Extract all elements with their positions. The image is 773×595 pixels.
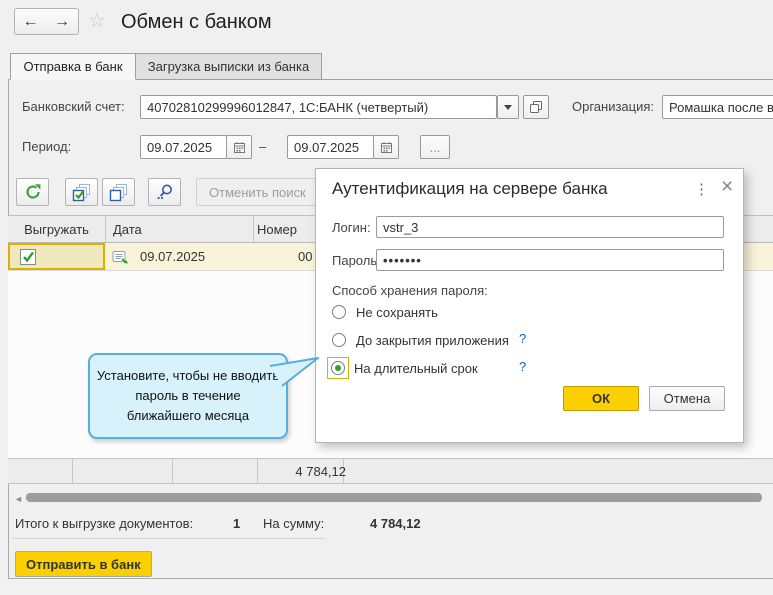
- date-to-calendar-button[interactable]: [373, 135, 399, 159]
- radio-option-long-term[interactable]: На длительный срок: [332, 357, 478, 379]
- date-from-calendar-button[interactable]: [226, 135, 252, 159]
- account-input[interactable]: [140, 95, 497, 119]
- send-to-bank-button[interactable]: Отправить в банк: [15, 551, 152, 577]
- chevron-down-icon: [504, 105, 512, 110]
- radio-icon: [332, 305, 346, 319]
- period-dash: –: [259, 139, 266, 154]
- period-more-button[interactable]: ...: [420, 135, 450, 159]
- nav-back-button[interactable]: ←: [14, 8, 47, 35]
- search-button[interactable]: [148, 178, 181, 206]
- dialog-title: Аутентификация на сервере банка: [332, 179, 608, 199]
- login-label: Логин:: [332, 220, 371, 235]
- check-all-button[interactable]: [65, 178, 98, 206]
- check-all-icon: [72, 183, 91, 202]
- column-header-upload[interactable]: Выгружать: [8, 216, 105, 242]
- storage-method-label: Способ хранения пароля:: [332, 283, 488, 298]
- login-input[interactable]: [376, 216, 724, 238]
- page-title: Обмен с банком: [121, 11, 272, 34]
- open-in-window-icon: [529, 100, 543, 114]
- refresh-button[interactable]: [16, 178, 49, 206]
- help-icon[interactable]: ?: [519, 359, 526, 374]
- tooltip-line: ближайшего месяца: [127, 406, 249, 426]
- close-icon[interactable]: ×: [721, 175, 733, 199]
- account-open-button[interactable]: [523, 95, 549, 119]
- table-footer: 4 784,12: [8, 458, 773, 484]
- radio-focus-outline: [327, 357, 349, 379]
- account-dropdown-button[interactable]: [497, 95, 519, 119]
- calendar-icon: [233, 141, 246, 154]
- radio-selected-icon: [331, 361, 345, 375]
- favorite-star-icon[interactable]: ☆: [88, 11, 106, 31]
- row-date: 09.07.2025: [140, 249, 205, 264]
- calendar-icon: [380, 141, 393, 154]
- command-bar-separator: [12, 538, 325, 539]
- tooltip-bubble: Установите, чтобы не вводить пароль в те…: [88, 353, 288, 439]
- bank-exchange-screen: ← → ☆ Обмен с банком Отправка в банк Заг…: [0, 0, 773, 595]
- help-icon[interactable]: ?: [519, 331, 526, 346]
- radio-label: Не сохранять: [356, 305, 438, 320]
- password-label: Пароль:: [332, 253, 381, 268]
- tooltip-line: пароль в течение: [135, 386, 240, 406]
- password-input[interactable]: [376, 249, 724, 271]
- ok-button[interactable]: ОК: [563, 386, 639, 411]
- radio-option-until-close[interactable]: До закрытия приложения: [332, 329, 509, 351]
- horizontal-scrollbar-thumb[interactable]: [26, 493, 762, 502]
- summary-sum-value: 4 784,12: [370, 516, 421, 531]
- tab-load-statement[interactable]: Загрузка выписки из банка: [136, 53, 322, 80]
- date-to-input[interactable]: [287, 135, 374, 159]
- date-from-input[interactable]: [140, 135, 227, 159]
- column-header-date[interactable]: Дата: [113, 216, 253, 242]
- footer-divider: [257, 459, 258, 483]
- tooltip-callout-arrow: [266, 348, 322, 390]
- cancel-button[interactable]: Отмена: [649, 386, 725, 411]
- period-label: Период:: [22, 139, 71, 154]
- radio-option-no-save[interactable]: Не сохранять: [332, 301, 438, 323]
- summary-sum-label: На сумму:: [263, 516, 324, 531]
- radio-icon: [332, 333, 346, 347]
- radio-label: До закрытия приложения: [356, 333, 509, 348]
- row-number-partial: 00: [298, 249, 315, 264]
- summary-docs-value: 1: [233, 516, 240, 531]
- uncheck-all-icon: [109, 183, 128, 202]
- document-icon: [112, 250, 129, 268]
- column-divider: [253, 216, 254, 242]
- outside-panel-background: [0, 579, 773, 595]
- forward-arrow-icon: →: [54, 13, 70, 31]
- dialog-menu-icon[interactable]: ⋮: [694, 180, 709, 198]
- nav-forward-button[interactable]: →: [46, 8, 79, 35]
- scrollbar-left-arrow[interactable]: ◄: [14, 494, 23, 504]
- bank-auth-dialog: Аутентификация на сервере банка ⋮ × Логи…: [315, 168, 744, 443]
- ellipsis-icon: ...: [430, 140, 441, 155]
- footer-total-amount: 4 784,12: [295, 459, 346, 483]
- upload-cell-selected[interactable]: [8, 243, 105, 270]
- tooltip-line: Установите, чтобы не вводить: [97, 366, 279, 386]
- column-divider: [105, 216, 106, 242]
- organization-input[interactable]: [662, 95, 773, 119]
- footer-divider: [72, 459, 73, 483]
- refresh-icon: [24, 183, 42, 201]
- search-icon: [156, 183, 174, 201]
- uncheck-all-button[interactable]: [102, 178, 135, 206]
- upload-checkbox[interactable]: [20, 249, 36, 265]
- tab-send-to-bank[interactable]: Отправка в банк: [10, 53, 136, 80]
- account-label: Банковский счет:: [22, 99, 125, 114]
- summary-docs-label: Итого к выгрузке документов:: [15, 516, 193, 531]
- checkmark-icon: [22, 250, 35, 263]
- footer-divider: [172, 459, 173, 483]
- back-arrow-icon: ←: [23, 13, 39, 31]
- organization-label: Организация:: [572, 99, 654, 114]
- radio-label: На длительный срок: [354, 361, 478, 376]
